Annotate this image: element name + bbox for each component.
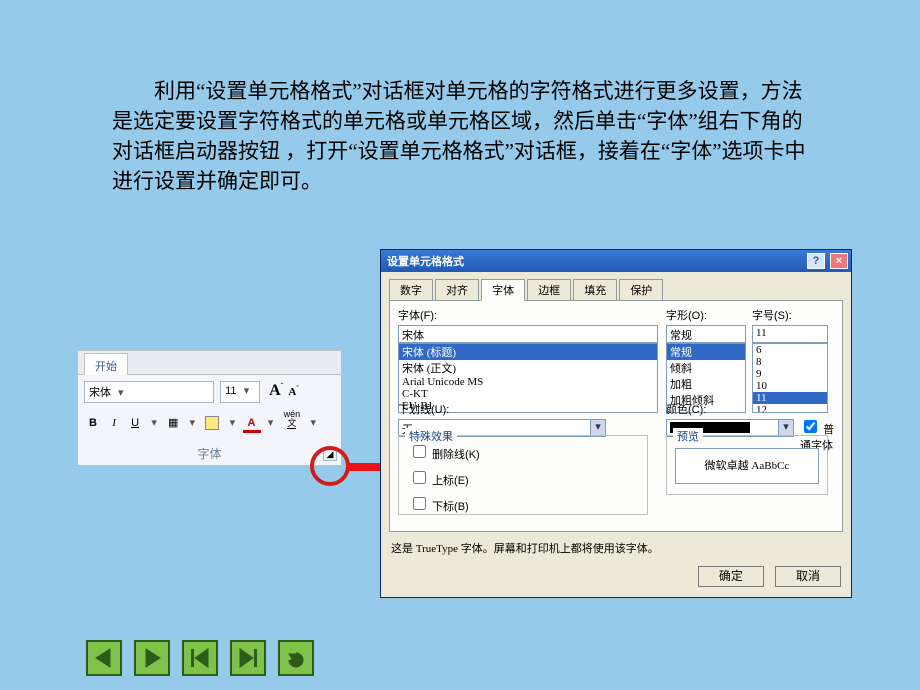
dialog-panel: 字体(F): 宋体 宋体 (标题) 宋体 (正文) Arial Unicode … [389,300,843,532]
underline-label: 下划线(U): [398,401,606,417]
style-input[interactable]: 常规 [666,325,746,343]
format-cells-dialog: 设置单元格格式 ? × 数字 对齐 字体 边框 填充 保护 字体(F): 宋体 … [380,249,852,598]
list-item[interactable]: 9 [753,368,827,380]
effects-legend: 特殊效果 [405,428,457,444]
preview-text: 微软卓越 AaBbCc [675,448,819,484]
chevron-down-icon[interactable]: ▾ [225,416,239,429]
chevron-down-icon: ▾ [778,420,793,436]
dialog-footnote: 这是 TrueType 字体。屏幕和打印机上都将使用该字体。 [391,540,841,556]
dialog-tabs: 数字 对齐 字体 边框 填充 保护 [381,272,851,300]
chevron-down-icon: ▾ [590,420,605,436]
nav-next-button[interactable] [134,640,170,676]
color-label: 颜色(C): [666,401,794,417]
list-item[interactable]: 常规 [667,344,745,360]
dialog-title: 设置单元格格式 [387,253,464,269]
close-button[interactable]: × [830,253,848,269]
explanation-paragraph: 利用“设置单元格格式”对话框对单元格的字符格式进行更多设置，方法是选定要设置字符… [112,76,812,196]
chevron-down-icon[interactable]: ▾ [306,416,320,429]
preview-group: 预览 微软卓越 AaBbCc [666,435,828,495]
font-name-combo[interactable]: 宋体 ▾ [84,381,214,403]
nav-first-button[interactable] [182,640,218,676]
subscript-checkbox[interactable]: 下标(B) [409,494,647,514]
chevron-down-icon: ▾ [114,386,128,399]
help-button[interactable]: ? [807,253,825,269]
nav-last-button[interactable] [230,640,266,676]
cancel-button[interactable]: 取消 [775,566,841,587]
font-input[interactable]: 宋体 [398,325,658,343]
nav-return-button[interactable] [278,640,314,676]
list-item[interactable]: 倾斜 [667,360,745,376]
list-item[interactable]: Arial Unicode MS [399,376,657,388]
tab-border[interactable]: 边框 [527,279,571,301]
ribbon-font-group: 开始 宋体 ▾ 11 ▾ Aˆ Aˇ B I U ▾ ▦ ▾ ▾ A ▾ wén… [77,350,342,466]
list-item[interactable]: 加粗 [667,376,745,392]
style-label: 字形(O): [666,307,746,323]
list-item[interactable]: 宋体 (正文) [399,360,657,376]
slide-nav [86,640,314,676]
dialog-launcher-button[interactable]: ◢ [323,447,337,461]
tab-protect[interactable]: 保护 [619,279,663,301]
tab-font[interactable]: 字体 [481,279,525,301]
phonetic-button[interactable]: wén文 [281,409,304,429]
ribbon-tabbar: 开始 [78,351,341,375]
size-input[interactable]: 11 [752,325,828,343]
size-label: 字号(S): [752,307,828,323]
grow-font-button[interactable]: Aˆ [269,382,283,399]
bold-button[interactable]: B [84,416,102,430]
strikethrough-checkbox[interactable]: 删除线(K) [409,442,647,462]
chevron-down-icon[interactable]: ▾ [147,416,161,429]
tab-align[interactable]: 对齐 [435,279,479,301]
list-item[interactable]: 6 [753,344,827,356]
shrink-font-button[interactable]: Aˇ [288,386,298,398]
chevron-down-icon[interactable]: ▾ [185,416,199,429]
ok-button[interactable]: 确定 [698,566,764,587]
font-size-combo[interactable]: 11 ▾ [220,381,260,403]
list-item[interactable]: 宋体 (标题) [399,344,657,360]
font-label: 字体(F): [398,307,658,323]
superscript-checkbox[interactable]: 上标(E) [409,468,647,488]
tab-number[interactable]: 数字 [389,279,433,301]
tab-fill[interactable]: 填充 [573,279,617,301]
fill-color-button[interactable] [202,415,222,431]
list-item[interactable]: C-KT [399,388,657,400]
underline-button[interactable]: U [126,416,144,430]
dialog-titlebar: 设置单元格格式 ? × [381,250,851,272]
list-item[interactable]: 8 [753,356,827,368]
chevron-down-icon: ▾ [240,384,254,397]
border-button[interactable]: ▦ [164,415,182,430]
italic-button[interactable]: I [105,416,123,430]
list-item[interactable]: 10 [753,380,827,392]
font-color-button[interactable]: A [243,416,261,433]
preview-legend: 预览 [673,428,703,444]
nav-prev-button[interactable] [86,640,122,676]
ribbon-group-label: 字体 [78,445,341,462]
paragraph-text: 利用“设置单元格格式”对话框对单元格的字符格式进行更多设置，方法是选定要设置字符… [112,79,806,193]
chevron-down-icon[interactable]: ▾ [264,416,278,429]
effects-group: 特殊效果 删除线(K) 上标(E) 下标(B) [398,435,648,515]
